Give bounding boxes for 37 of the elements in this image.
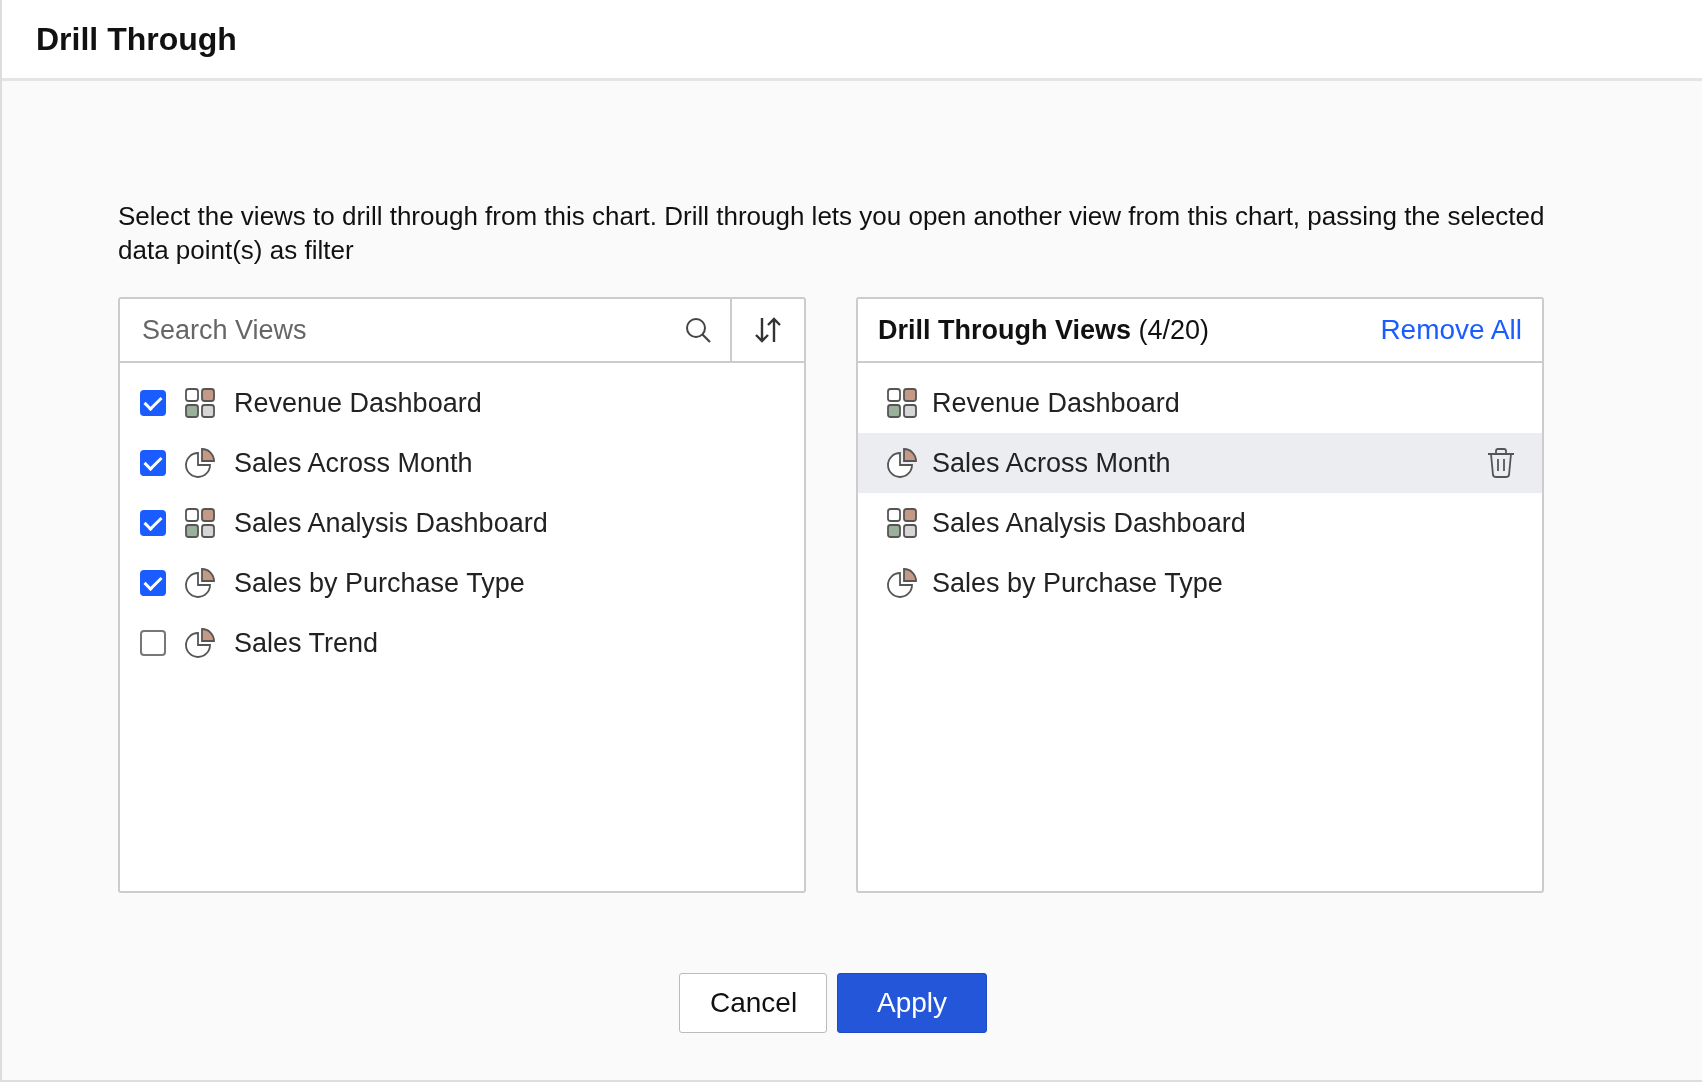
dashboard-icon	[886, 507, 918, 539]
view-name[interactable]: Sales Across Month	[234, 447, 473, 479]
view-name[interactable]: Sales Analysis Dashboard	[234, 507, 548, 539]
apply-button[interactable]: Apply	[837, 973, 987, 1033]
checkbox[interactable]	[140, 450, 166, 476]
dashboard-icon	[184, 387, 216, 419]
search-field[interactable]: Search Views	[140, 313, 684, 347]
view-row[interactable]: Revenue Dashboard	[858, 373, 1542, 433]
pie-chart-icon	[886, 567, 918, 599]
search-icon	[684, 316, 712, 344]
dashboard-icon	[184, 507, 216, 539]
view-row[interactable]: Sales Analysis Dashboard	[858, 493, 1542, 553]
view-name[interactable]: Sales by Purchase Type	[234, 567, 525, 599]
view-row[interactable]: Sales Across Month	[858, 433, 1542, 493]
checkbox[interactable]	[140, 390, 166, 416]
trash-icon[interactable]	[1486, 447, 1516, 479]
pie-chart-icon	[184, 567, 216, 599]
pie-chart-icon	[886, 447, 918, 479]
dialog-title: Drill Through	[36, 20, 237, 58]
dashboard-icon	[886, 387, 918, 419]
view-name: Revenue Dashboard	[932, 387, 1181, 419]
checkbox[interactable]	[140, 570, 166, 596]
view-name: Sales Across Month	[932, 447, 1172, 479]
view-name: Sales by Purchase Type	[932, 567, 1224, 599]
cancel-button[interactable]: Cancel	[679, 973, 827, 1033]
view-name[interactable]: Sales Trend	[234, 627, 379, 659]
view-name[interactable]: Revenue Dashboard	[234, 387, 482, 419]
remove-all-link[interactable]: Remove All	[1380, 314, 1522, 346]
checkbox[interactable]	[140, 630, 166, 656]
sort-icon	[753, 316, 783, 344]
view-row[interactable]: Sales by Purchase Type	[858, 553, 1542, 613]
pie-chart-icon	[184, 627, 216, 659]
view-name: Sales Analysis Dashboard	[932, 507, 1247, 539]
description-text: Select the views to drill through from this chart. Drill through lets you open another view from this chart, passing the selected data point(s) as filter	[118, 200, 1546, 267]
checkbox[interactable]	[140, 510, 166, 536]
pie-chart-icon	[184, 447, 216, 479]
panel-title: Drill Through Views (4/20)	[878, 314, 1210, 346]
